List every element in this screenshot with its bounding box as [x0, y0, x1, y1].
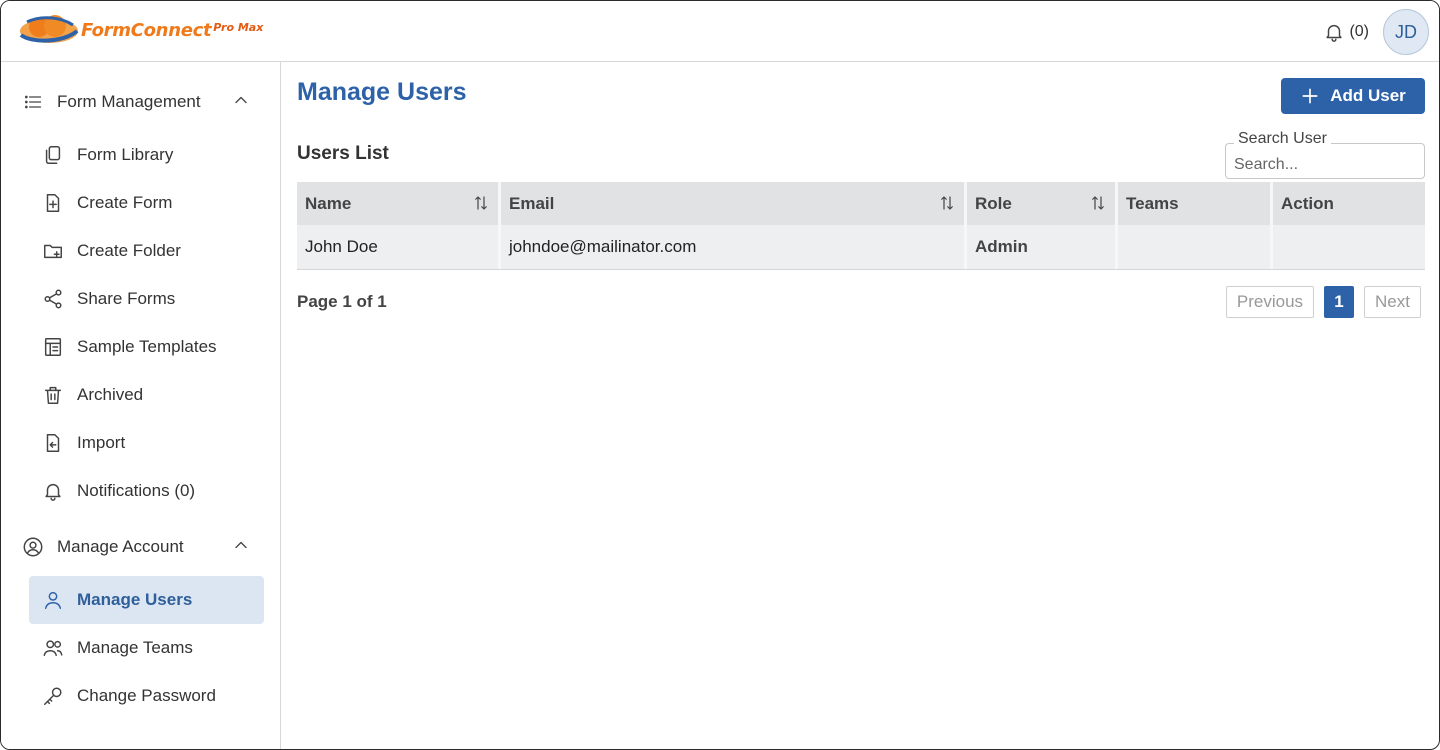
table-body: John Doe johndoe@mailinator.com Admin [297, 225, 1425, 270]
sidebar-item-label: Manage Teams [77, 638, 193, 657]
plus-icon [1302, 88, 1318, 104]
table-row[interactable]: John Doe johndoe@mailinator.com Admin [297, 225, 1425, 270]
user-circle-icon [21, 535, 45, 559]
users-table: Name Email Role Teams Action John Doe jo… [297, 182, 1425, 270]
cell-role: Admin [967, 225, 1118, 269]
sidebar-item-label: Share Forms [77, 289, 176, 308]
key-icon [41, 684, 65, 708]
column-header-teams: Teams [1118, 182, 1273, 225]
sidebar-item-label: Sample Templates [77, 337, 217, 356]
sidebar: Form Management Form Library Create Form… [1, 62, 281, 749]
app-logo[interactable]: FormConnect Pro Max [17, 13, 263, 47]
logo-subtext: Pro Max [213, 20, 264, 34]
column-header-action: Action [1273, 182, 1425, 225]
file-plus-icon [41, 191, 65, 215]
notifications-button[interactable]: (0) [1323, 21, 1369, 43]
section-form-management[interactable]: Form Management [21, 88, 251, 116]
sort-icon[interactable] [1089, 194, 1107, 217]
sidebar-item-import[interactable]: Import [29, 419, 264, 467]
cell-email: johndoe@mailinator.com [501, 225, 967, 269]
section-label: Manage Account [57, 537, 184, 556]
add-user-button[interactable]: Add User [1281, 78, 1425, 114]
cell-action [1273, 225, 1425, 269]
sidebar-item-label: Create Folder [77, 241, 181, 260]
template-icon [41, 335, 65, 359]
table-header: Name Email Role Teams Action [297, 182, 1425, 225]
bell-icon [41, 479, 65, 503]
sidebar-item-create-form[interactable]: Create Form [29, 179, 264, 227]
sidebar-item-change-password[interactable]: Change Password [29, 672, 264, 720]
app-window: FormConnect Pro Max (0) JD Form Manageme… [0, 0, 1440, 750]
column-header-label: Action [1281, 193, 1334, 213]
section-label: Form Management [57, 92, 201, 111]
column-header-label: Name [305, 193, 352, 213]
next-button[interactable]: Next [1364, 286, 1421, 318]
section-title: Users List [297, 143, 389, 164]
sidebar-item-label: Archived [77, 385, 144, 404]
sidebar-item-label: Manage Users [77, 590, 193, 609]
sidebar-item-notifications[interactable]: Notifications (0) [29, 467, 264, 515]
sidebar-item-manage-teams[interactable]: Manage Teams [29, 624, 264, 672]
sidebar-item-archived[interactable]: Archived [29, 371, 264, 419]
folder-plus-icon [41, 239, 65, 263]
avatar[interactable]: JD [1383, 9, 1429, 55]
add-user-label: Add User [1330, 86, 1406, 105]
sidebar-item-sample-templates[interactable]: Sample Templates [29, 323, 264, 371]
trash-icon [41, 383, 65, 407]
cell-name: John Doe [297, 225, 501, 269]
sort-icon[interactable] [472, 194, 490, 217]
sidebar-item-share-forms[interactable]: Share Forms [29, 275, 264, 323]
file-import-icon [41, 431, 65, 455]
sidebar-item-create-folder[interactable]: Create Folder [29, 227, 264, 275]
sidebar-item-label: Change Password [77, 686, 216, 705]
share-icon [41, 287, 65, 311]
sidebar-item-manage-users[interactable]: Manage Users [29, 576, 264, 624]
column-header-label: Teams [1126, 193, 1179, 213]
column-header-email[interactable]: Email [501, 182, 967, 225]
column-header-role[interactable]: Role [967, 182, 1118, 225]
logo-cloud-icon [19, 15, 79, 43]
search-field[interactable]: Search User [1225, 130, 1425, 179]
chevron-up-icon[interactable] [231, 535, 251, 560]
page-number-button[interactable]: 1 [1324, 286, 1355, 318]
sidebar-item-label: Notifications (0) [77, 481, 196, 500]
cell-teams [1118, 225, 1273, 269]
section-manage-account[interactable]: Manage Account [21, 533, 251, 561]
chevron-up-icon[interactable] [231, 90, 251, 115]
page-info: Page 1 of 1 [297, 292, 387, 311]
list-icon [21, 90, 45, 114]
sidebar-item-label: Import [77, 433, 126, 452]
sidebar-item-label: Create Form [77, 193, 173, 212]
user-icon [41, 588, 65, 612]
sidebar-item-form-library[interactable]: Form Library [29, 131, 264, 179]
search-input[interactable] [1226, 144, 1424, 178]
page-title: Manage Users [297, 78, 467, 106]
top-bar: FormConnect Pro Max (0) JD [1, 1, 1439, 62]
copy-icon [41, 143, 65, 167]
sidebar-item-label: Form Library [77, 145, 174, 164]
column-header-label: Role [975, 193, 1012, 213]
previous-button[interactable]: Previous [1225, 286, 1315, 318]
column-header-label: Email [509, 193, 555, 213]
notifications-count: (0) [1349, 23, 1369, 40]
column-header-name[interactable]: Name [297, 182, 501, 225]
logo-text: FormConnect [81, 19, 212, 41]
bell-icon [1326, 24, 1343, 42]
sort-icon[interactable] [938, 194, 956, 217]
pagination: Previous 1 Next [1225, 286, 1421, 318]
users-icon [41, 636, 65, 660]
main-content: Manage Users Add User Users List Search … [281, 62, 1439, 749]
